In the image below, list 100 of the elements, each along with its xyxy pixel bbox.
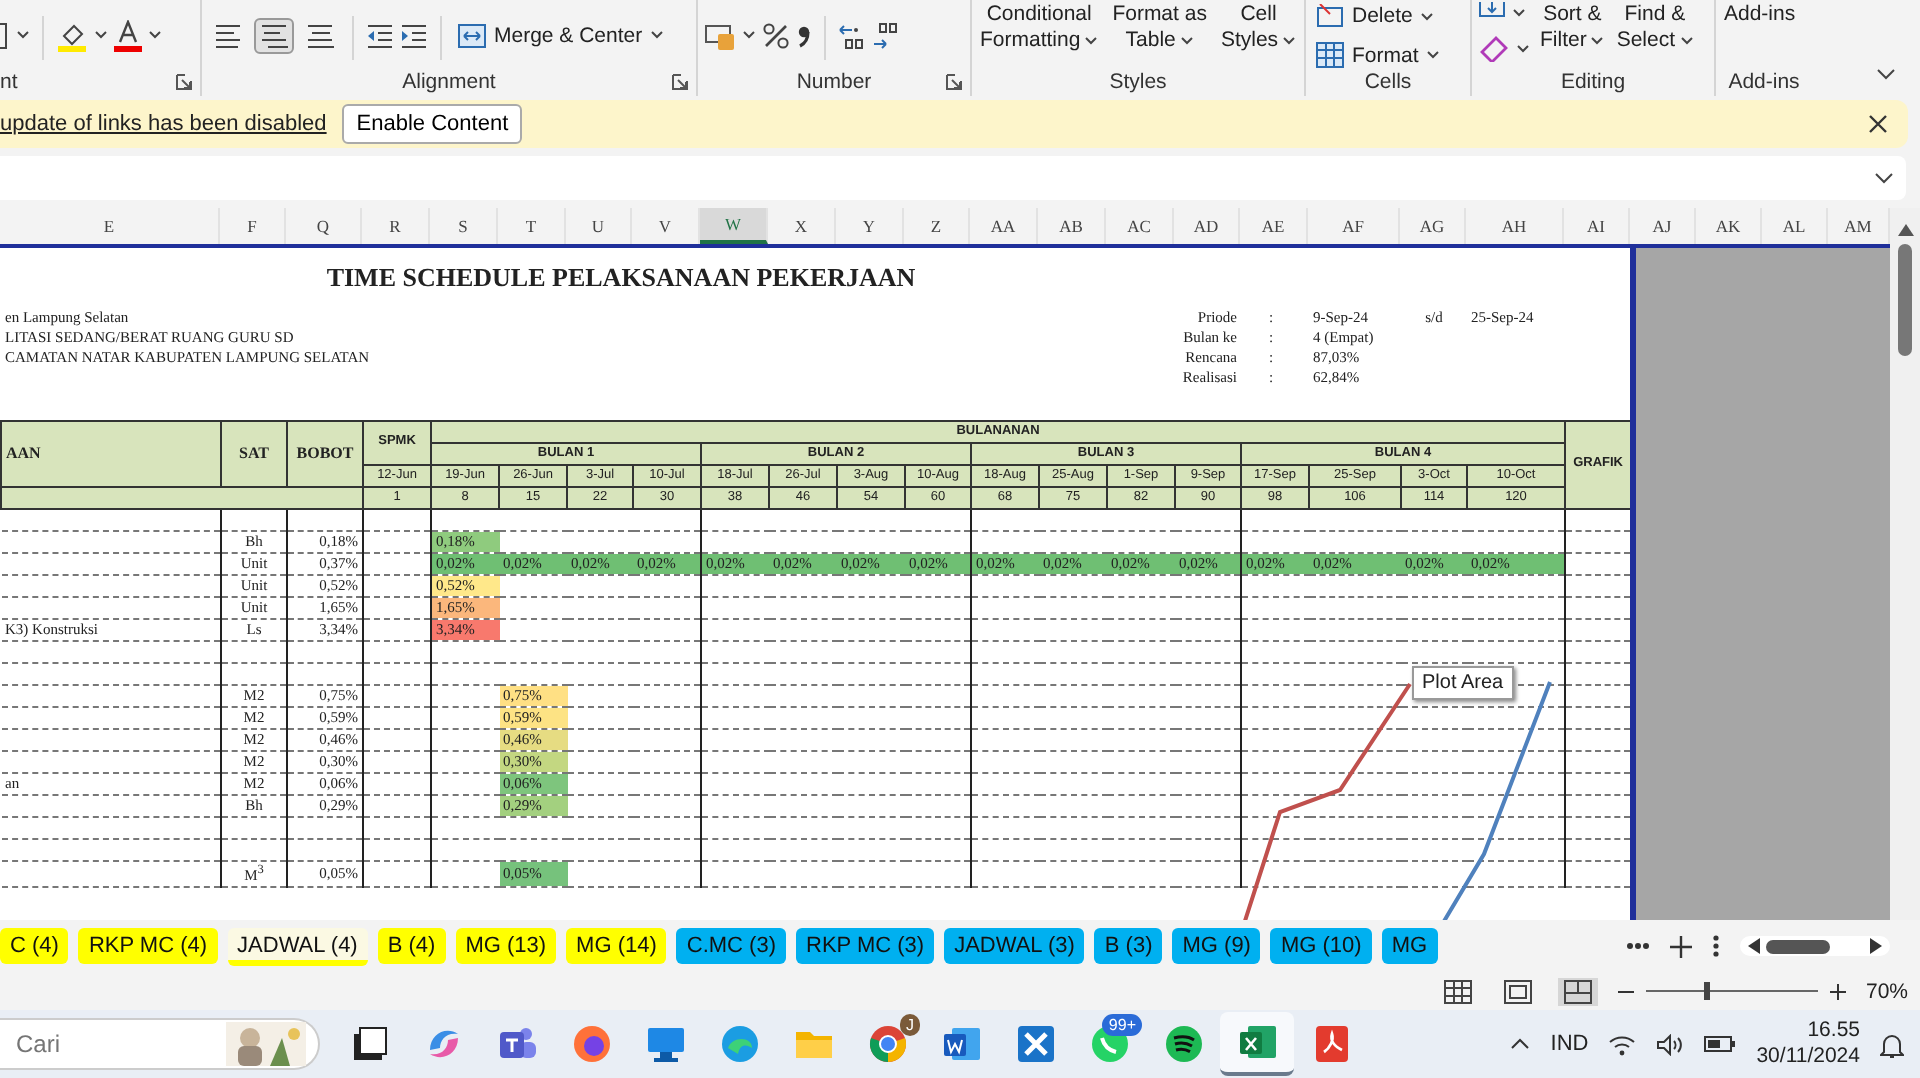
scroll-right-icon[interactable] [1870, 938, 1882, 954]
monitor-icon[interactable] [643, 1022, 687, 1066]
column-header[interactable]: AC [1106, 208, 1174, 244]
collapse-ribbon-icon[interactable] [1876, 68, 1896, 80]
column-header[interactable]: AE [1240, 208, 1308, 244]
language-indicator[interactable]: IND [1550, 1032, 1589, 1056]
format-button[interactable]: Format [1312, 38, 1445, 68]
sheet-tab[interactable]: MG (13) [455, 928, 557, 964]
sheet-tab[interactable]: JADWAL (4) [227, 927, 368, 965]
sheet-tab[interactable]: MG (9) [1172, 928, 1261, 964]
sheet-tab[interactable]: B (3) [1094, 928, 1163, 964]
dialog-launcher-icon[interactable] [176, 74, 192, 90]
zoom-in-icon[interactable] [1829, 983, 1846, 999]
column-header[interactable]: U [566, 208, 632, 244]
scroll-left-icon[interactable] [1748, 938, 1760, 954]
sheet-tab[interactable]: RKP MC (3) [796, 928, 935, 964]
ribbon-button[interactable]: Conditional Formatting [978, 2, 1101, 54]
column-header[interactable]: Z [904, 208, 970, 244]
add-sheet-icon[interactable] [1670, 935, 1692, 957]
dialog-launcher-icon[interactable] [672, 74, 688, 90]
browser-icon[interactable] [717, 1022, 761, 1066]
ribbon-button[interactable]: Format as Table [1110, 2, 1209, 54]
column-header[interactable]: T [498, 208, 566, 244]
column-header[interactable]: AI [1564, 208, 1630, 244]
scrollbar-thumb[interactable] [1898, 244, 1912, 356]
zoom-level[interactable]: 70% [1865, 979, 1908, 1003]
column-header[interactable]: AB [1038, 208, 1106, 244]
browser-icon[interactable] [865, 1022, 909, 1066]
column-header[interactable]: Y [836, 208, 904, 244]
caret-icon [742, 30, 756, 40]
ribbon-button[interactable]: Sort & Filter [1538, 2, 1607, 54]
notification-bell-icon[interactable] [1880, 1031, 1904, 1057]
search-field[interactable]: Cari [12, 1028, 180, 1060]
sheet-tab[interactable]: C.MC (3) [676, 928, 786, 964]
zoom-slider-thumb[interactable] [1704, 982, 1711, 1000]
sheet-tab[interactable]: MG (14) [566, 928, 667, 964]
view-button[interactable] [1557, 977, 1598, 1005]
align-button[interactable] [254, 17, 294, 53]
sheet-tab[interactable]: MG (10) [1270, 928, 1372, 964]
fill-color-icon[interactable] [56, 19, 88, 51]
increase-decimal-icon[interactable] [838, 21, 866, 49]
chevron-up-icon[interactable] [1510, 1038, 1531, 1050]
spreadsheet-icon[interactable] [1235, 1020, 1279, 1064]
column-header[interactable]: R [362, 208, 430, 244]
column-header[interactable]: AD [1174, 208, 1240, 244]
sheet-title: TIME SCHEDULE PELAKSANAAN PEKERJAAN [326, 261, 916, 292]
search-box[interactable]: Cari [0, 1018, 320, 1070]
dialog-launcher-icon[interactable] [946, 74, 962, 90]
merge-center-button[interactable]: Merge & Center [454, 19, 669, 51]
ribbon-button[interactable]: Add-ins [1722, 2, 1798, 28]
percent-icon[interactable] [762, 21, 790, 49]
eraser-icon[interactable] [1478, 34, 1510, 62]
decrease-indent-icon[interactable] [366, 23, 394, 47]
more-icon[interactable] [1626, 942, 1650, 950]
increase-indent-icon[interactable] [400, 23, 428, 47]
browser-icon[interactable] [569, 1022, 613, 1066]
column-header[interactable]: F [220, 208, 286, 244]
delete-button[interactable]: Delete [1312, 0, 1445, 32]
music-icon[interactable] [1161, 1022, 1205, 1066]
scroll-up-icon[interactable] [1897, 224, 1913, 236]
document-icon[interactable] [939, 1022, 983, 1066]
sheet-tab[interactable]: C (4) [0, 928, 69, 964]
column-header[interactable]: W [700, 208, 768, 244]
column-header[interactable]: AK [1696, 208, 1762, 244]
speaker-icon[interactable] [1656, 1033, 1685, 1055]
clock-time[interactable]: 16.55 [1807, 1018, 1860, 1044]
group-label: Editing [1560, 70, 1626, 94]
column-header[interactable]: AL [1762, 208, 1828, 244]
cross-app-icon[interactable] [1013, 1022, 1057, 1066]
task-view-icon[interactable] [349, 1024, 389, 1064]
ribbon-button[interactable]: Find & Select [1614, 2, 1696, 54]
sheet-tab[interactable]: MG [1381, 928, 1438, 964]
merge-icon [458, 23, 486, 47]
font-color-icon[interactable] [114, 19, 142, 51]
column-header[interactable]: E [0, 208, 220, 244]
column-header[interactable]: X [768, 208, 836, 244]
horizontal-scrollbar[interactable] [1740, 936, 1890, 956]
column-header[interactable]: AH [1466, 208, 1564, 244]
battery-icon[interactable] [1704, 1034, 1737, 1054]
message-link[interactable]: update of links has been disabled [0, 112, 327, 136]
column-header[interactable]: S [430, 208, 498, 244]
sheet-tab[interactable]: JADWAL (3) [944, 928, 1085, 964]
comma-style-icon[interactable] [796, 21, 812, 49]
ribbon-button[interactable]: Cell Styles [1218, 2, 1299, 54]
sheet-tab[interactable]: B (4) [377, 928, 446, 964]
column-header[interactable]: AF [1308, 208, 1400, 244]
column-header[interactable]: AG [1400, 208, 1466, 244]
enable-content-button[interactable]: Enable Content [342, 104, 523, 144]
column-header[interactable]: Q [286, 208, 362, 244]
column-header[interactable]: AJ [1630, 208, 1696, 244]
wifi-icon[interactable] [1608, 1033, 1637, 1055]
sheet-tab[interactable]: RKP MC (4) [78, 928, 218, 964]
clock-date[interactable]: 30/11/2024 [1756, 1044, 1860, 1070]
kebab-icon[interactable] [1712, 934, 1720, 958]
decrease-decimal-icon[interactable] [872, 21, 900, 49]
accounting-icon[interactable] [704, 21, 736, 49]
fill-down-icon[interactable] [1478, 2, 1506, 22]
expand-icon[interactable] [1874, 172, 1894, 184]
close-icon[interactable] [1868, 114, 1888, 134]
column-header[interactable]: AA [970, 208, 1038, 244]
